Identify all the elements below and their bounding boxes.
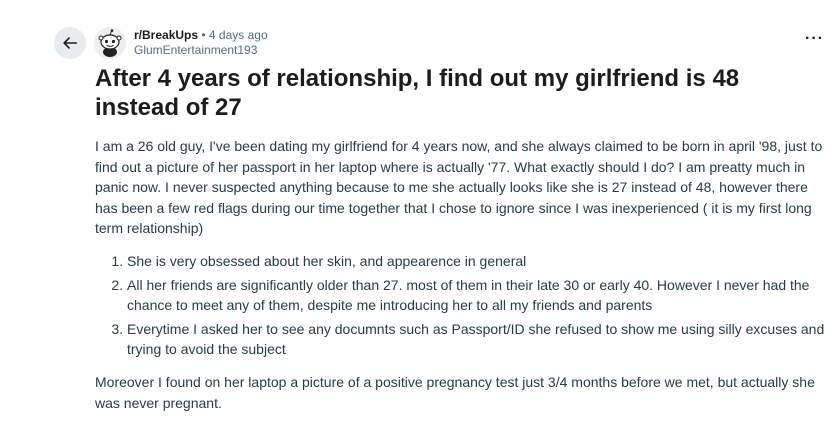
post-meta: r/BreakUps • 4 days ago GlumEntertainmen… [134,28,268,58]
body-paragraph-1: I am a 26 old guy, I've been dating my g… [95,138,823,237]
back-button[interactable] [54,27,86,59]
avatar-image [94,27,126,59]
body-list: She is very obsessed about her skin, and… [95,251,827,360]
body-paragraph-2: Moreover I found on her laptop a picture… [95,373,815,411]
post-body: I am a 26 old guy, I've been dating my g… [95,136,827,413]
list-item: Everytime I asked her to see any documnt… [127,319,827,360]
arrow-left-icon [63,37,78,49]
more-options-icon: ··· [805,30,824,47]
meta-separator: • [201,28,206,42]
meta-line: r/BreakUps • 4 days ago [134,28,268,43]
snoo-avatar[interactable] [94,27,126,59]
post-title: After 4 years of relationship, I find ou… [95,65,740,121]
post-time: 4 days ago [208,28,268,42]
subreddit-link[interactable]: r/BreakUps [134,28,198,42]
list-item: She is very obsessed about her skin, and… [127,251,827,272]
more-options-button[interactable]: ··· [805,31,824,47]
author-link[interactable]: GlumEntertainment193 [134,43,268,58]
list-item: All her friends are significantly older … [127,275,827,316]
